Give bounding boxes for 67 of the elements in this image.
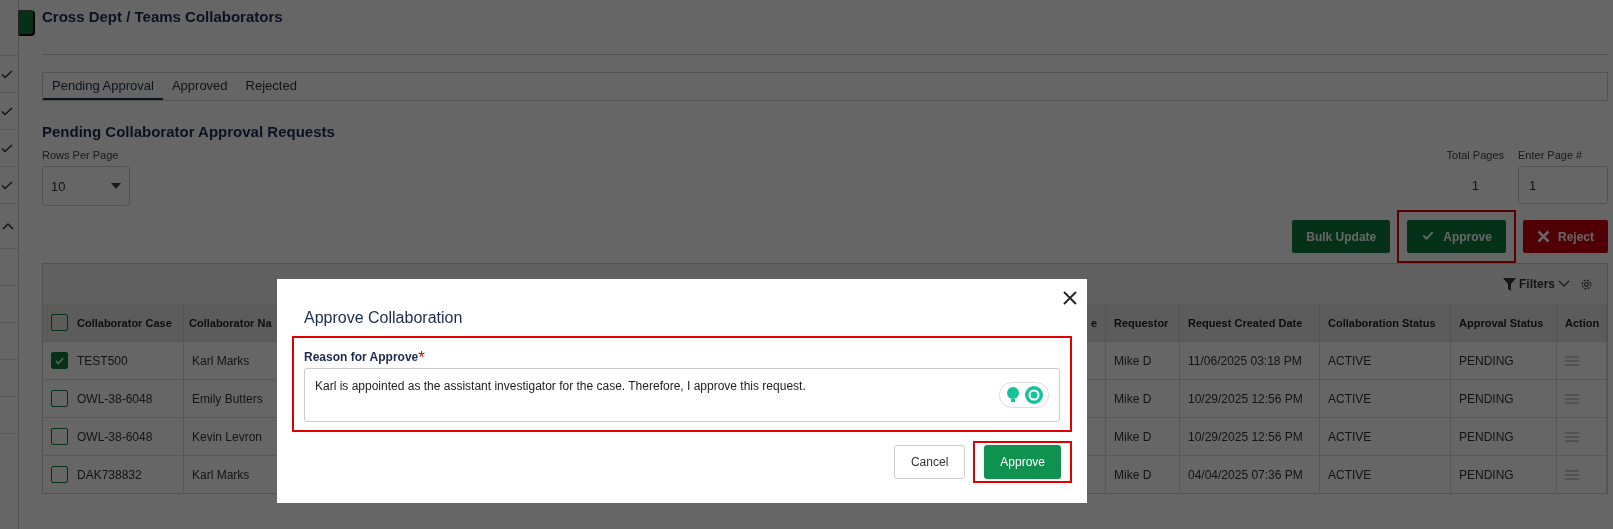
- table-cell: 10/29/2025 12:56 PM: [1180, 379, 1320, 417]
- table-cell: PENDING: [1451, 417, 1557, 455]
- dialog-title: Approve Collaboration: [304, 309, 464, 327]
- column-header: Collaborator Case: [43, 304, 184, 341]
- tab[interactable]: Approved: [162, 73, 237, 100]
- table-cell: OWL-38-6048: [43, 379, 184, 417]
- table-cell: ACTIVE: [1320, 341, 1451, 379]
- field-label: Rows Per Page: [42, 149, 120, 161]
- reject-button[interactable]: Reject: [1522, 220, 1608, 253]
- settings-icon[interactable]: [1580, 277, 1593, 291]
- table-cell: DAK738832: [43, 455, 184, 493]
- field-value: Karl is appointed as the assistant investigator for the case. Therefore, I approve this request.: [315, 379, 806, 395]
- column-header: Collaborator Na: [184, 304, 278, 341]
- approve-button[interactable]: Approve: [1407, 220, 1506, 253]
- column-header: Request Created Date: [1180, 304, 1320, 341]
- table-cell: 04/04/2025 07:36 PM: [1180, 455, 1320, 493]
- table-cell: ACTIVE: [1320, 379, 1451, 417]
- rows-per-page-select[interactable]: 10: [42, 166, 130, 206]
- filter-icon: [1503, 277, 1516, 291]
- tab[interactable]: Pending Approval: [43, 73, 163, 100]
- required-mark: *: [418, 348, 425, 367]
- cancel-button[interactable]: Cancel: [893, 445, 966, 479]
- table-cell: OWL-38-6048: [43, 417, 184, 455]
- check-icon: [1, 105, 13, 117]
- checkbox[interactable]: [51, 428, 68, 445]
- table-cell: Mike D: [1106, 341, 1180, 379]
- close-icon: [1063, 291, 1077, 305]
- check-icon: [54, 355, 65, 366]
- collapse-button[interactable]: [18, 10, 35, 36]
- checkbox[interactable]: [51, 352, 68, 369]
- chevron-down-icon: [1558, 280, 1570, 288]
- table-cell: 10/29/2025 12:56 PM: [1180, 417, 1320, 455]
- table-cell: TEST500: [43, 341, 184, 379]
- bulk-update-button[interactable]: Bulk Update: [1292, 220, 1391, 253]
- table-cell: 11/06/2025 03:18 PM: [1180, 341, 1320, 379]
- tab[interactable]: Rejected: [236, 73, 306, 100]
- check-icon: [1, 179, 13, 191]
- column-header: Requestor: [1106, 304, 1180, 341]
- section-title: Pending Collaborator Approval Requests: [42, 123, 336, 140]
- page-input[interactable]: 1: [1518, 166, 1608, 204]
- page-title: Cross Dept / Teams Collaborators: [42, 8, 284, 27]
- table-cell: Mike D: [1106, 417, 1180, 455]
- reason-field[interactable]: Karl is appointed as the assistant investigator for the case. Therefore, I approve this request.: [304, 368, 1060, 422]
- caret-down-icon: [111, 183, 121, 189]
- assistant-icon[interactable]: [999, 382, 1049, 408]
- check-icon: [1, 142, 13, 154]
- column-header: Collaboration Status: [1320, 304, 1451, 341]
- total-pages-value: 1: [1471, 178, 1479, 193]
- column-header: Action: [1557, 304, 1607, 341]
- check-icon: [1, 68, 13, 80]
- field-label: Total Pages: [1446, 149, 1504, 161]
- checkbox[interactable]: [51, 390, 68, 407]
- table-cell: ACTIVE: [1320, 417, 1451, 455]
- table-cell: PENDING: [1451, 379, 1557, 417]
- table-cell: Mike D: [1106, 455, 1180, 493]
- close-icon: [1536, 230, 1550, 243]
- table-cell: Mike D: [1106, 379, 1180, 417]
- checkbox[interactable]: [51, 314, 68, 331]
- column-header: Approval Status: [1451, 304, 1557, 341]
- table-cell: PENDING: [1451, 341, 1557, 379]
- table-cell: ACTIVE: [1320, 455, 1451, 493]
- checkbox[interactable]: [51, 466, 68, 483]
- field-label: Enter Page #: [1518, 149, 1584, 161]
- filters-button[interactable]: Filters: [1503, 277, 1570, 291]
- approve-button[interactable]: Approve: [984, 445, 1061, 479]
- table-cell: PENDING: [1451, 455, 1557, 493]
- field-label: Reason for Approve: [304, 350, 419, 364]
